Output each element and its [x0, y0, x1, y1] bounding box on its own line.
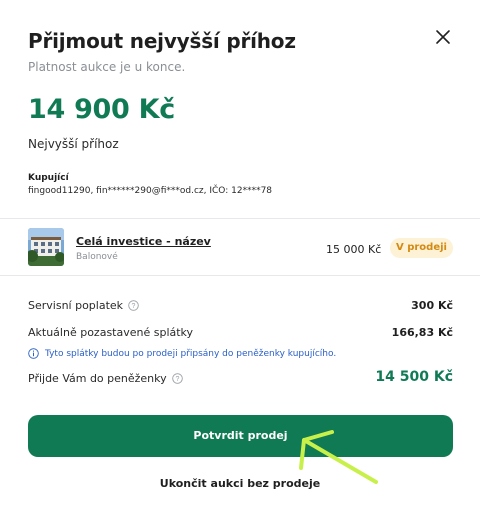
building-photo-thumbnail	[28, 228, 64, 266]
svg-text:?: ?	[132, 303, 136, 310]
wallet-row: Přijde Vám do peněženky ?	[28, 372, 183, 385]
item-name-link[interactable]: Celá investice - název	[76, 235, 211, 248]
item-price: 15 000 Kč	[326, 243, 382, 256]
svg-text:?: ?	[175, 376, 179, 383]
divider	[0, 218, 480, 219]
confirm-sale-button[interactable]: Potvrdit prodej	[28, 415, 453, 457]
suspended-installments-label: Aktuálně pozastavené splátky	[28, 326, 194, 339]
installments-note: Tyto splátky budou po prodeji připsány d…	[28, 348, 336, 359]
status-badge: V prodeji	[390, 238, 453, 258]
wallet-label: Přijde Vám do peněženky	[28, 372, 167, 385]
highest-bid-label: Nejvyšší příhoz	[28, 137, 119, 151]
question-icon[interactable]: ?	[171, 373, 183, 384]
highest-bid-amount: 14 900 Kč	[28, 94, 175, 125]
buyer-value: fingood11290, fin******290@fi***od.cz, I…	[28, 186, 273, 196]
wallet-value: 14 500 Kč	[375, 369, 453, 385]
close-icon[interactable]	[432, 26, 454, 48]
info-icon	[28, 348, 39, 359]
question-icon[interactable]: ?	[128, 300, 139, 311]
end-auction-without-sale-link[interactable]: Ukončit aukci bez prodeje	[0, 477, 480, 490]
service-fee-row: Servisní poplatek ?	[28, 299, 139, 312]
divider	[0, 275, 480, 276]
note-text: Tyto splátky budou po prodeji připsány d…	[45, 348, 337, 359]
buyer-label: Kupující	[28, 173, 69, 183]
suspended-installments-value: 166,83 Kč	[391, 326, 453, 339]
dialog-subtitle: Platnost aukce je u konce.	[28, 60, 186, 74]
dialog-title: Přijmout nejvyšší příhoz	[28, 29, 296, 53]
item-location: Balonové	[76, 252, 118, 262]
service-fee-label: Servisní poplatek	[28, 299, 124, 312]
service-fee-value: 300 Kč	[411, 299, 453, 312]
